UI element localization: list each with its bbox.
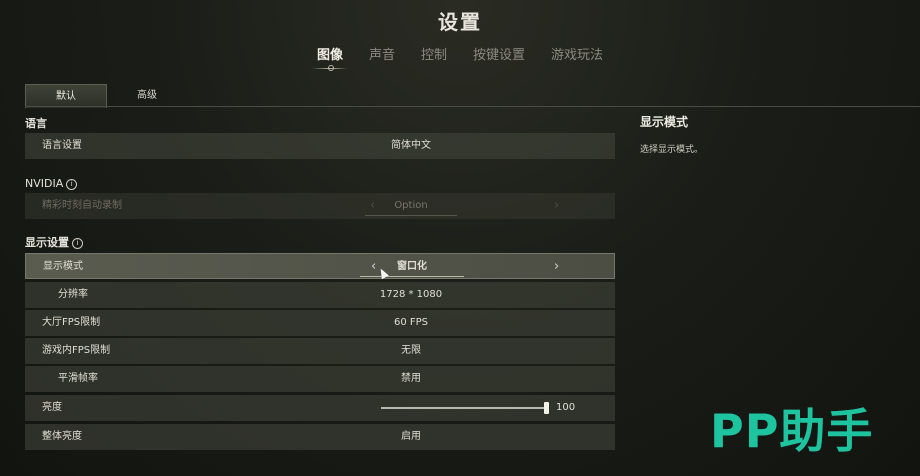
- section-display-label: 显示设置: [25, 236, 69, 249]
- tab-keybindings[interactable]: 按键设置: [460, 44, 538, 63]
- row-value: 60 FPS: [393, 317, 429, 328]
- section-display: 显示设置 i: [25, 233, 83, 253]
- row-label: 整体亮度: [42, 431, 82, 442]
- row-label: 平滑帧率: [58, 373, 98, 384]
- tab-graphics[interactable]: 图像: [304, 44, 356, 71]
- divider: [25, 106, 920, 107]
- sub-tabs: 默认 高级: [25, 84, 187, 108]
- lobby-fps-row[interactable]: 大厅FPS限制 60 FPS: [25, 310, 615, 336]
- info-icon[interactable]: i: [72, 238, 83, 249]
- description-text: 选择显示模式。: [640, 145, 704, 155]
- row-label: 游戏内FPS限制: [42, 345, 111, 356]
- section-nvidia-label: NVIDIA: [25, 177, 64, 190]
- top-nav: 图像 声音 控制 按键设置 游戏玩法: [0, 44, 920, 71]
- brightness-row[interactable]: 亮度 100: [25, 395, 615, 421]
- tab-gameplay[interactable]: 游戏玩法: [538, 44, 616, 63]
- row-value: Option: [355, 193, 467, 219]
- row-label: 分辨率: [58, 289, 88, 300]
- description-panel: 显示模式 选择显示模式。: [640, 112, 900, 155]
- tab-audio[interactable]: 声音: [356, 44, 408, 63]
- row-label: 大厅FPS限制: [42, 317, 101, 328]
- option-text: Option: [394, 200, 428, 211]
- resolution-row[interactable]: 分辨率 1728 * 1080: [25, 282, 615, 308]
- slider-thumb[interactable]: [544, 402, 549, 414]
- display-mode-text: 窗口化: [397, 261, 427, 272]
- brightness-value: 100: [556, 402, 576, 413]
- row-value: 无限: [401, 345, 421, 356]
- slider-fill: [381, 407, 549, 409]
- ingame-fps-row[interactable]: 游戏内FPS限制 无限: [25, 338, 615, 364]
- chevron-right-icon: ›: [554, 198, 560, 213]
- section-nvidia: NVIDIA i: [25, 174, 78, 194]
- row-label: 精彩时刻自动录制: [42, 200, 122, 211]
- smooth-framerate-row[interactable]: 平滑帧率 禁用: [25, 366, 615, 392]
- tab-controls[interactable]: 控制: [408, 44, 460, 63]
- row-value: 1728 * 1080: [379, 289, 443, 300]
- description-heading: 显示模式: [640, 115, 689, 129]
- subtab-default[interactable]: 默认: [25, 84, 107, 108]
- language-setting-row[interactable]: 语言设置 简体中文: [25, 133, 615, 159]
- row-value: 启用: [401, 431, 421, 442]
- chevron-right-icon[interactable]: ›: [554, 254, 559, 280]
- watermark-logo: PP助手: [710, 404, 874, 458]
- info-icon[interactable]: i: [66, 179, 78, 190]
- value-underline: [365, 215, 457, 216]
- row-label: 语言设置: [42, 140, 82, 151]
- row-label: 显示模式: [43, 261, 83, 272]
- brightness-slider[interactable]: [381, 402, 549, 414]
- highlight-record-row: 精彩时刻自动录制 ‹ Option ›: [25, 193, 615, 219]
- row-value: 简体中文: [391, 140, 431, 151]
- row-value: 禁用: [401, 373, 421, 384]
- subtab-advanced[interactable]: 高级: [107, 84, 187, 107]
- row-label: 亮度: [42, 402, 62, 413]
- row-value: 窗口化: [356, 254, 468, 280]
- section-language: 语言: [25, 117, 47, 130]
- display-mode-row[interactable]: 显示模式 ‹ 窗口化 ›: [25, 253, 615, 279]
- overall-brightness-row[interactable]: 整体亮度 启用: [25, 424, 615, 450]
- page-title: 设置: [438, 10, 482, 34]
- value-underline: [360, 276, 464, 277]
